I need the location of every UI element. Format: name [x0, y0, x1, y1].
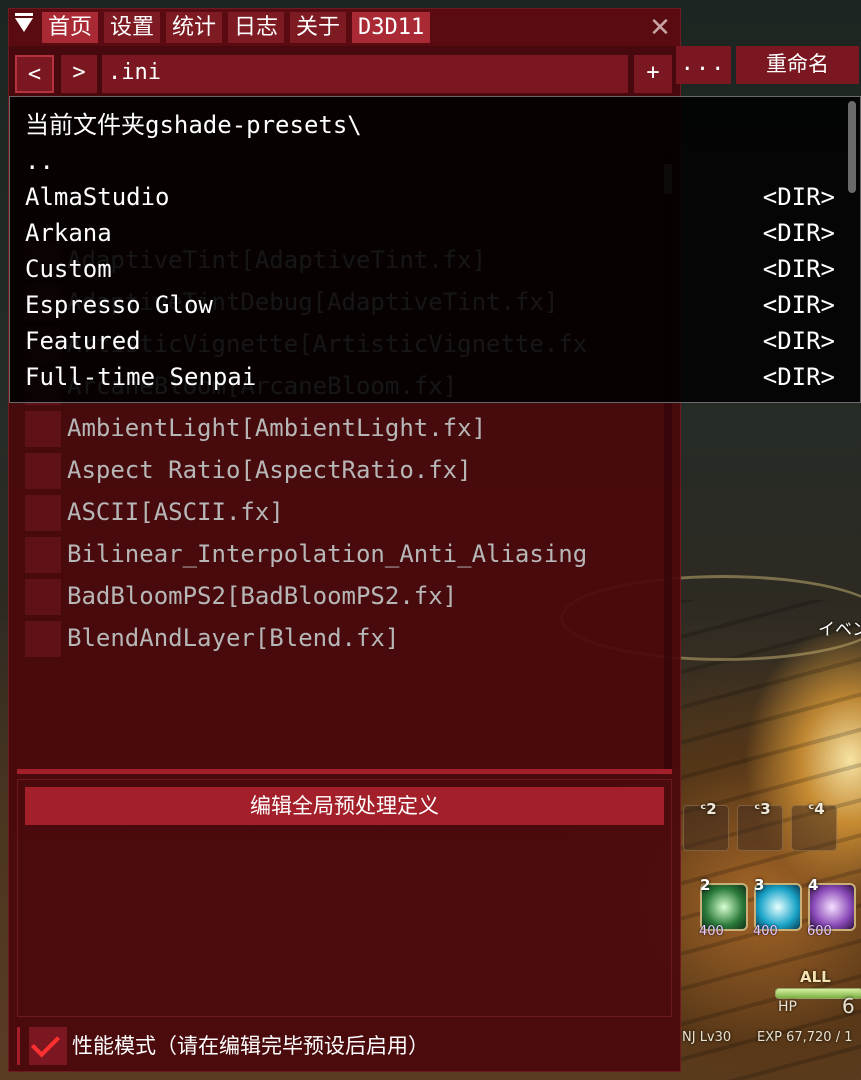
effect-row[interactable]: Aspect Ratio[AspectRatio.fx] — [17, 449, 667, 491]
effect-row[interactable]: BadBloomPS2[BadBloomPS2.fx] — [17, 575, 667, 617]
dir-tag: <DIR> — [762, 327, 835, 355]
effect-checkbox[interactable] — [25, 411, 61, 447]
skill-number: 3 — [754, 876, 765, 894]
job-level-text: NJ Lv30 — [682, 1030, 732, 1045]
tab-statistics[interactable]: 统计 — [166, 12, 223, 43]
edit-global-preprocessor-button[interactable]: 编辑全局预处理定义 — [25, 787, 664, 825]
add-preset-button[interactable]: + — [634, 55, 672, 93]
folder-name: Full-time Senpai — [25, 363, 257, 391]
preset-path-input[interactable]: .ini — [102, 55, 628, 93]
close-icon[interactable]: ✕ — [647, 15, 673, 41]
folder-item[interactable]: Arkana <DIR> — [10, 215, 840, 251]
check-icon — [31, 1028, 60, 1058]
skill-cost: 600 — [807, 924, 832, 939]
effect-label: Aspect Ratio[AspectRatio.fx] — [67, 456, 472, 484]
tab-home[interactable]: 首页 — [42, 12, 99, 43]
performance-mode-label: 性能模式（请在编辑完毕预设后启用） — [72, 1034, 429, 1058]
effect-label: ASCII[ASCII.fx] — [67, 498, 284, 526]
tab-about[interactable]: 关于 — [290, 12, 347, 43]
folder-item[interactable]: Custom <DIR> — [10, 251, 840, 287]
file-browser-popup: 当前文件夹gshade-presets\ .. AlmaStudio <DIR> Ar… — [9, 96, 861, 403]
folder-name: Featured — [25, 327, 141, 355]
effect-checkbox[interactable] — [25, 621, 61, 657]
dir-tag: <DIR> — [762, 291, 835, 319]
effect-label: BadBloomPS2[BadBloomPS2.fx] — [67, 582, 458, 610]
folder-item[interactable]: Espresso Glow <DIR> — [10, 287, 840, 323]
hp-label: HP — [778, 999, 797, 1015]
skill-number: 4 — [808, 876, 819, 894]
effect-checkbox[interactable] — [25, 453, 61, 489]
folder-name: AlmaStudio — [25, 183, 170, 211]
effect-row[interactable]: ASCII[ASCII.fx] — [17, 491, 667, 533]
dir-tag: <DIR> — [762, 363, 835, 391]
perf-accent-bar — [17, 1027, 20, 1065]
dir-tag: <DIR> — [762, 255, 835, 283]
folder-item[interactable]: AlmaStudio <DIR> — [10, 179, 840, 215]
effect-row[interactable]: AmbientLight[AmbientLight.fx] — [17, 407, 667, 449]
effect-checkbox[interactable] — [25, 579, 61, 615]
hotbar-key-label: ᶜ3 — [754, 800, 771, 818]
effect-row[interactable]: BlendAndLayer[Blend.fx] — [17, 617, 667, 659]
event-text: イベン — [818, 620, 861, 640]
effect-checkbox[interactable] — [25, 495, 61, 531]
previous-preset-button[interactable]: < — [15, 55, 54, 93]
skill-number: 2 — [700, 876, 711, 894]
effect-label: Bilinear_Interpolation_Anti_Aliasing — [67, 540, 588, 568]
title-bar: 首页 设置 统计 日志 关于 D3D11 ✕ — [9, 9, 680, 46]
skill-cost: 400 — [699, 924, 724, 939]
effect-row[interactable]: Bilinear_Interpolation_Anti_Aliasing — [17, 533, 667, 575]
folder-item[interactable]: Featured <DIR> — [10, 323, 840, 359]
rename-button[interactable]: 重命名 — [736, 46, 859, 84]
panel-splitter[interactable] — [17, 769, 672, 774]
effect-label: BlendAndLayer[Blend.fx] — [67, 624, 400, 652]
hotbar-key-label: ᶜ2 — [700, 800, 717, 818]
hp-value: 6 — [842, 994, 855, 1018]
party-all-label: ALL — [800, 968, 831, 986]
effect-checkbox[interactable] — [25, 537, 61, 573]
more-options-button[interactable]: ... — [676, 46, 731, 84]
folder-name: Arkana — [25, 219, 112, 247]
tab-log[interactable]: 日志 — [228, 12, 285, 43]
dir-tag: <DIR> — [762, 219, 835, 247]
folder-name: Espresso Glow — [25, 291, 213, 319]
hotbar-key-label: ᶜ4 — [808, 800, 825, 818]
next-preset-button[interactable]: > — [61, 55, 97, 93]
tab-d3d11[interactable]: D3D11 — [352, 12, 431, 43]
folder-name: Custom — [25, 255, 112, 283]
folder-item[interactable]: Full-time Senpai <DIR> — [10, 359, 840, 395]
parent-folder-item[interactable]: .. — [10, 143, 840, 179]
scrollbar-thumb[interactable] — [848, 101, 856, 193]
dir-tag: <DIR> — [762, 183, 835, 211]
performance-mode-checkbox[interactable] — [29, 1027, 67, 1065]
exp-text: EXP 67,720 / 1 — [757, 1030, 853, 1045]
effect-label: AmbientLight[AmbientLight.fx] — [67, 414, 487, 442]
current-folder-label: 当前文件夹gshade-presets\ — [25, 111, 362, 139]
file-list-scrollbar[interactable] — [846, 99, 858, 399]
skill-cost: 400 — [753, 924, 778, 939]
folder-name: .. — [25, 147, 54, 175]
tab-settings[interactable]: 设置 — [104, 12, 161, 43]
collapse-arrow-icon[interactable] — [15, 13, 33, 32]
